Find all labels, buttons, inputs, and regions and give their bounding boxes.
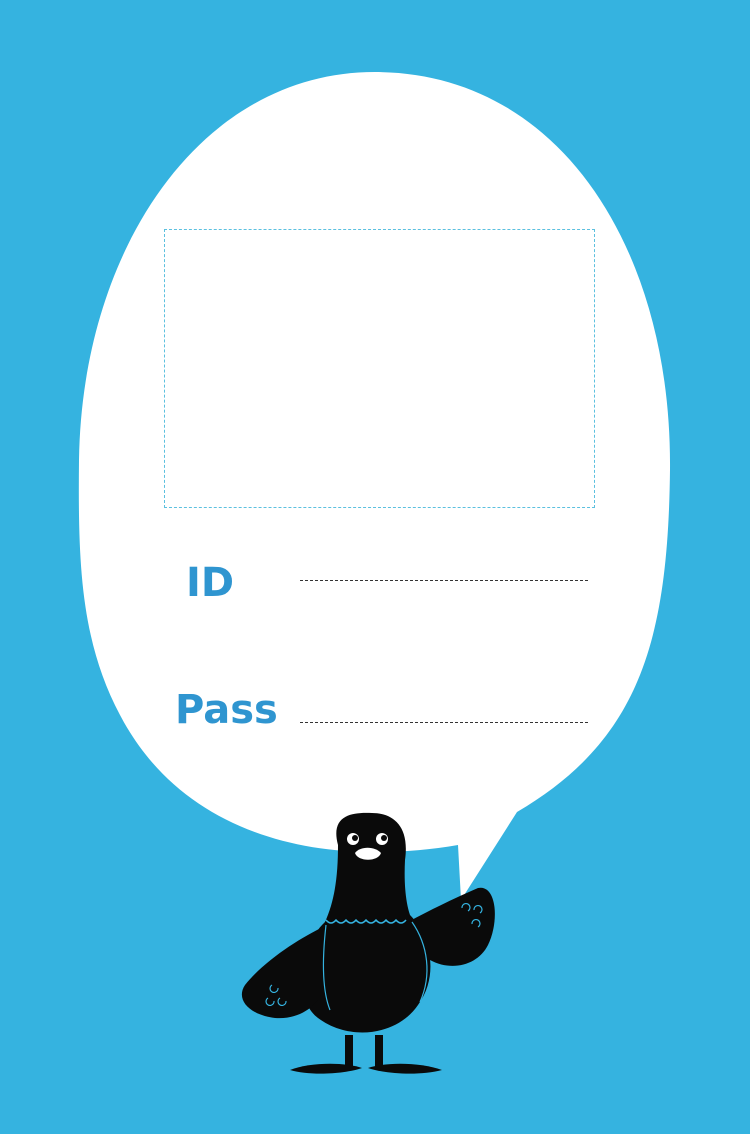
pass-write-line (300, 722, 588, 723)
photo-placeholder-frame (164, 229, 595, 508)
background-scene (78, 72, 671, 1074)
pass-label: Pass (175, 687, 278, 733)
pigeon-mascot-icon (241, 812, 495, 1074)
id-write-line (300, 580, 588, 581)
id-label: ID (186, 560, 235, 606)
